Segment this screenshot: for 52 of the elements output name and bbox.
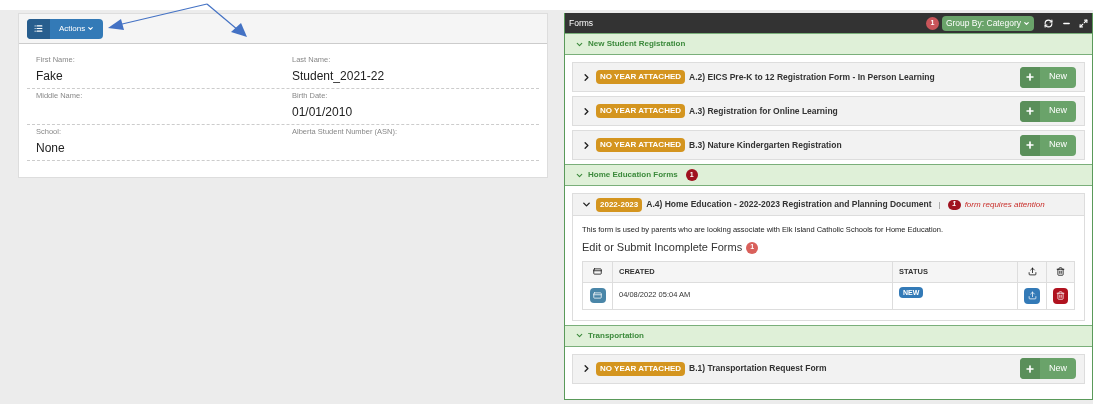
form-title[interactable]: A.3) Registration for Online Learning — [689, 104, 838, 118]
section-heading: Edit or Submit Incomplete Forms — [582, 240, 743, 256]
group-by-dropdown[interactable]: Group By: Category — [941, 15, 1034, 31]
form-title[interactable]: A.2) EICS Pre-K to 12 Registration Form - In Person Learning — [689, 70, 935, 84]
category-header[interactable]: New Student Registration — [565, 33, 1092, 55]
category-title: Home Education Forms — [588, 169, 678, 181]
actions-button[interactable]: Actions — [27, 18, 104, 39]
delete-button[interactable] — [1053, 287, 1068, 304]
year-tag: NO YEAR ATTACHED — [596, 138, 686, 152]
new-button[interactable]: New — [1020, 358, 1076, 380]
chevron-right-icon[interactable] — [581, 139, 592, 151]
plus-icon — [1025, 72, 1035, 82]
expand-icon[interactable] — [1079, 18, 1088, 28]
category-title: New Student Registration — [588, 38, 686, 50]
form-title[interactable]: A.4) Home Education - 2022-2023 Registration and Planning Document — [646, 198, 932, 211]
year-tag: NO YEAR ATTACHED — [596, 70, 686, 84]
plus-icon — [1025, 140, 1035, 150]
form-icon — [593, 267, 602, 277]
refresh-icon[interactable] — [1044, 18, 1053, 28]
category-header[interactable]: Transportation — [565, 324, 1092, 347]
form-title[interactable]: B.3) Nature Kindergarten Registration — [689, 138, 842, 152]
new-button[interactable]: New — [1020, 100, 1076, 122]
upload-icon — [1027, 267, 1037, 277]
upload-icon — [1027, 291, 1037, 301]
panel-title: Forms — [569, 16, 595, 30]
year-tag: 2022-2023 — [596, 197, 643, 212]
new-button[interactable]: New — [1020, 66, 1076, 88]
field-value: None — [36, 140, 66, 158]
field-value: 01/01/2010 — [292, 104, 354, 122]
chevron-right-icon[interactable] — [581, 71, 592, 83]
attention-text: form requires attention — [964, 198, 1045, 211]
delete-icon — [1056, 291, 1065, 301]
caret-icon — [1023, 19, 1030, 27]
chevron-down-icon[interactable] — [581, 199, 592, 210]
list-icon — [34, 24, 43, 33]
upload-button[interactable] — [1024, 287, 1040, 304]
plus-icon — [1025, 363, 1035, 374]
form-icon — [593, 291, 602, 301]
chevron-right-icon[interactable] — [581, 363, 592, 375]
new-button[interactable]: New — [1020, 134, 1076, 156]
category-title: Transportation — [588, 329, 644, 342]
field-value: Fake — [36, 68, 64, 86]
open-form-button[interactable] — [589, 288, 606, 304]
form-title[interactable]: B.1) Transportation Request Form — [689, 362, 827, 376]
caret-icon — [87, 25, 95, 32]
delete-icon — [1056, 267, 1065, 277]
year-tag: NO YEAR ATTACHED — [596, 104, 686, 118]
plus-icon — [1025, 106, 1035, 116]
field-value: Student_2021-22 — [292, 68, 386, 86]
year-tag: NO YEAR ATTACHED — [596, 361, 686, 376]
chevron-right-icon[interactable] — [581, 105, 592, 117]
separator: | — [938, 198, 941, 211]
